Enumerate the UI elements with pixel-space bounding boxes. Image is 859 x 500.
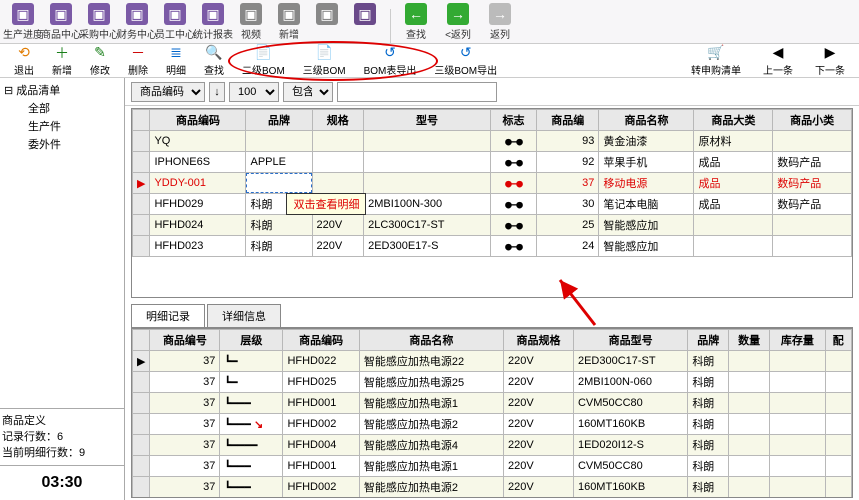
- tree-node[interactable]: 全部: [4, 100, 120, 118]
- col-header[interactable]: 商品编码: [150, 110, 246, 131]
- topbtn-1[interactable]: ▣商品中心: [42, 1, 80, 43]
- action-明细[interactable]: ≣明细: [158, 44, 194, 78]
- nav-转申购清单[interactable]: 🛒转申购清单: [683, 44, 749, 78]
- col-header[interactable]: 品牌: [688, 330, 729, 351]
- topbtn-9[interactable]: ▣: [346, 1, 384, 43]
- topbtn-4[interactable]: ▣员工中心: [156, 1, 194, 43]
- nav-fwd2[interactable]: →返列: [481, 1, 519, 43]
- col-header[interactable]: 商品名称: [359, 330, 503, 351]
- detail-row[interactable]: 37┗━━━HFHD002智能感应加热电源2220V160MT160KB科朗: [133, 477, 852, 498]
- detail-row[interactable]: 37┗━━━HFHD003智能感应加热电源3220V160MT160KBF科朗: [133, 498, 852, 499]
- filter-down[interactable]: ↓: [209, 82, 225, 102]
- nav-下一条[interactable]: ▶下一条: [807, 44, 853, 78]
- col-header[interactable]: 商品编: [537, 110, 599, 131]
- topbtn-8[interactable]: ▣: [308, 1, 346, 43]
- filter-pagesize[interactable]: 100: [229, 82, 279, 102]
- top-toolbar: ▣生产进度▣商品中心▣采购中心▣财务中心▣员工中心▣统计报表▣视频▣新增▣▣ ←…: [0, 0, 859, 44]
- action-删除[interactable]: －删除: [120, 44, 156, 78]
- topbtn-2[interactable]: ▣采购中心: [80, 1, 118, 43]
- nav-back[interactable]: ←查找: [397, 1, 435, 43]
- action-BOM表导出[interactable]: ↺BOM表导出: [356, 44, 425, 78]
- main-grid[interactable]: 商品编码品牌规格型号标志商品编商品名称商品大类商品小类 YQ●—●93黄金油漆原…: [131, 108, 853, 298]
- tooltip: 双击查看明细: [286, 193, 366, 215]
- separator: [390, 9, 391, 43]
- col-header[interactable]: 配: [825, 330, 851, 351]
- col-header[interactable]: 库存量: [770, 330, 825, 351]
- detail-tabs: 明细记录 详细信息: [131, 304, 853, 328]
- detail-grid[interactable]: 商品编号层级商品编码商品名称商品规格商品型号品牌数量库存量配 ▶37┗━HFHD…: [131, 328, 853, 498]
- col-header[interactable]: 商品大类: [694, 110, 773, 131]
- filter-value[interactable]: [337, 82, 497, 102]
- action-修改[interactable]: ✎修改: [82, 44, 118, 78]
- tab-detail[interactable]: 明细记录: [131, 304, 205, 327]
- topbtn-7[interactable]: ▣新增: [270, 1, 308, 43]
- col-header[interactable]: 商品编号: [150, 330, 220, 351]
- action-二级BOM[interactable]: 📄二级BOM: [234, 44, 293, 78]
- nav-上一条[interactable]: ◀上一条: [755, 44, 801, 78]
- editing-cell[interactable]: 双击查看明细: [246, 173, 312, 194]
- detail-row[interactable]: ▶37┗━HFHD022智能感应加热电源22220V2ED300C17-ST科朗: [133, 351, 852, 372]
- col-header[interactable]: 商品名称: [599, 110, 694, 131]
- col-header[interactable]: 商品规格: [504, 330, 574, 351]
- topbtn-0[interactable]: ▣生产进度: [4, 1, 42, 43]
- detail-row[interactable]: 37┗━━━━HFHD004智能感应加热电源4220V1ED020I12-S科朗: [133, 435, 852, 456]
- col-header[interactable]: 型号: [364, 110, 491, 131]
- filter-field[interactable]: 商品编码: [131, 82, 205, 102]
- tree-view: ⊟ 成品清单 全部生产件委外件: [0, 78, 124, 408]
- grid-row[interactable]: HFHD023科朗220V2ED300E17-S●—●24智能感应加: [133, 236, 852, 257]
- detail-row[interactable]: 37┗━━━HFHD001智能感应加热电源1220VCVM50CC80科朗: [133, 393, 852, 414]
- col-header[interactable]: 品牌: [246, 110, 312, 131]
- clock: 03:30: [0, 465, 124, 500]
- grid-row[interactable]: YQ●—●93黄金油漆原材料: [133, 131, 852, 152]
- col-header[interactable]: 规格: [312, 110, 364, 131]
- detail-row[interactable]: 37┗━━━ ↘HFHD002智能感应加热电源2220V160MT160KB科朗: [133, 414, 852, 435]
- action-三级BOM[interactable]: 📄三级BOM: [295, 44, 354, 78]
- action-查找[interactable]: 🔍查找: [196, 44, 232, 78]
- grid-row[interactable]: IPHONE6SAPPLE●—●92苹果手机成品数码产品: [133, 152, 852, 173]
- col-header[interactable]: 数量: [729, 330, 770, 351]
- topbtn-3[interactable]: ▣财务中心: [118, 1, 156, 43]
- grid-row[interactable]: HFHD024科朗220V2LC300C17-ST●—●25智能感应加: [133, 215, 852, 236]
- right-panel: 商品编码 ↓ 100 包含 商品编码品牌规格型号标志商品编商品名称商品大类商品小…: [125, 78, 859, 500]
- tree-root[interactable]: ⊟ 成品清单: [4, 82, 120, 100]
- action-toolbar: ⟲退出＋新增✎修改－删除≣明细🔍查找📄二级BOM📄三级BOM↺BOM表导出↺三级…: [0, 44, 859, 78]
- tree-node[interactable]: 委外件: [4, 136, 120, 154]
- status-title: 商品定义: [2, 413, 122, 429]
- tree-node[interactable]: 生产件: [4, 118, 120, 136]
- col-header[interactable]: 层级: [220, 330, 283, 351]
- col-header[interactable]: 标志: [490, 110, 536, 131]
- detail-row[interactable]: 37┗━━━HFHD001智能感应加热电源1220VCVM50CC80科朗: [133, 456, 852, 477]
- filter-op[interactable]: 包含: [283, 82, 333, 102]
- status-panel: 商品定义 记录行数：6 当前明细行数：9: [0, 408, 124, 465]
- col-header[interactable]: 商品小类: [773, 110, 852, 131]
- action-退出[interactable]: ⟲退出: [6, 44, 42, 78]
- action-三级BOM导出[interactable]: ↺三级BOM导出: [426, 44, 505, 78]
- detail-row[interactable]: 37┗━HFHD025智能感应加热电源25220V2MBI100N-060科朗: [133, 372, 852, 393]
- grid-row[interactable]: ▶YDDY-001双击查看明细●—●37移动电源成品数码产品: [133, 173, 852, 194]
- col-header[interactable]: 商品型号: [573, 330, 687, 351]
- nav-fwd[interactable]: →<返列: [439, 1, 477, 43]
- topbtn-6[interactable]: ▣视频: [232, 1, 270, 43]
- grid-row[interactable]: HFHD029科朗220V2MBI100N-300●—●30笔记本电脑成品数码产…: [133, 194, 852, 215]
- topbtn-5[interactable]: ▣统计报表: [194, 1, 232, 43]
- tab-info[interactable]: 详细信息: [207, 304, 281, 327]
- filter-bar: 商品编码 ↓ 100 包含: [125, 78, 859, 106]
- col-header[interactable]: 商品编码: [283, 330, 359, 351]
- left-panel: ⊟ 成品清单 全部生产件委外件 商品定义 记录行数：6 当前明细行数：9 03:…: [0, 78, 125, 500]
- action-新增[interactable]: ＋新增: [44, 44, 80, 78]
